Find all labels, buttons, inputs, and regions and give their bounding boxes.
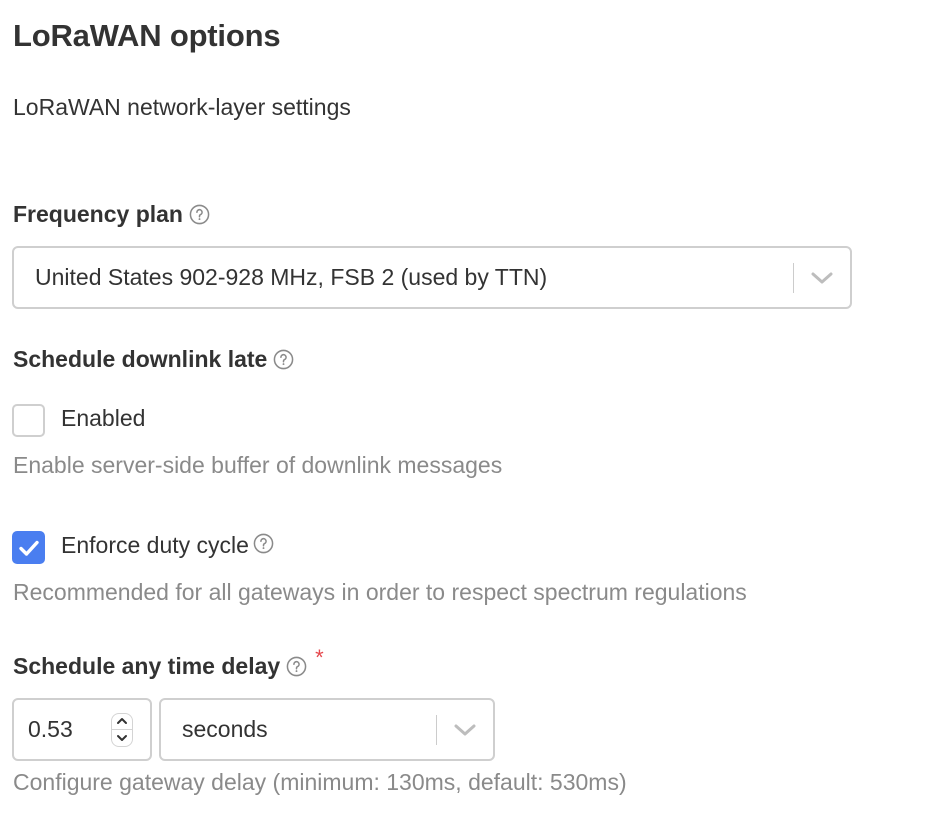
delay-number-input[interactable]: 0.53 — [12, 698, 152, 761]
frequency-plan-select[interactable]: United States 902-928 MHz, FSB 2 (used b… — [12, 246, 852, 309]
checkmark-icon — [18, 540, 39, 556]
frequency-plan-label: Frequency plan — [13, 201, 210, 228]
delay-description: Configure gateway delay (minimum: 130ms,… — [13, 769, 627, 795]
enforce-duty-cycle-label-text: Enforce duty cycle — [61, 532, 249, 558]
required-asterisk: * — [315, 644, 324, 670]
section-title: LoRaWAN options — [13, 18, 281, 53]
schedule-any-time-delay-label-text: Schedule any time delay — [13, 653, 281, 679]
delay-unit-value: seconds — [182, 716, 268, 742]
enforce-duty-cycle-description: Recommended for all gateways in order to… — [13, 579, 747, 605]
question-circle-icon[interactable] — [189, 204, 210, 225]
frequency-plan-value: United States 902-928 MHz, FSB 2 (used b… — [35, 264, 548, 290]
schedule-downlink-late-label-text: Schedule downlink late — [13, 346, 268, 372]
enforce-duty-cycle-checkbox[interactable] — [12, 531, 45, 564]
schedule-downlink-late-checkbox[interactable] — [12, 404, 45, 437]
increment-button[interactable] — [112, 714, 132, 730]
frequency-plan-label-text: Frequency plan — [13, 201, 183, 227]
enforce-duty-cycle-label[interactable]: Enforce duty cycle — [61, 532, 274, 559]
chevron-down-icon — [117, 734, 127, 741]
chevron-down-icon[interactable] — [437, 700, 493, 759]
number-spinner[interactable] — [111, 712, 133, 747]
section-subtitle: LoRaWAN network-layer settings — [13, 94, 351, 120]
question-circle-icon[interactable] — [286, 656, 307, 677]
question-circle-icon[interactable] — [273, 349, 294, 370]
question-circle-icon[interactable] — [253, 533, 274, 554]
chevron-down-icon[interactable] — [794, 248, 850, 307]
schedule-any-time-delay-label: Schedule any time delay * — [13, 645, 324, 680]
delay-unit-select[interactable]: seconds — [159, 698, 495, 761]
enabled-checkbox-label[interactable]: Enabled — [61, 405, 145, 432]
chevron-up-icon — [117, 718, 127, 725]
schedule-downlink-late-label: Schedule downlink late — [13, 346, 294, 373]
decrement-button[interactable] — [112, 730, 132, 746]
delay-value[interactable]: 0.53 — [14, 716, 111, 743]
schedule-downlink-late-description: Enable server-side buffer of downlink me… — [13, 452, 503, 478]
